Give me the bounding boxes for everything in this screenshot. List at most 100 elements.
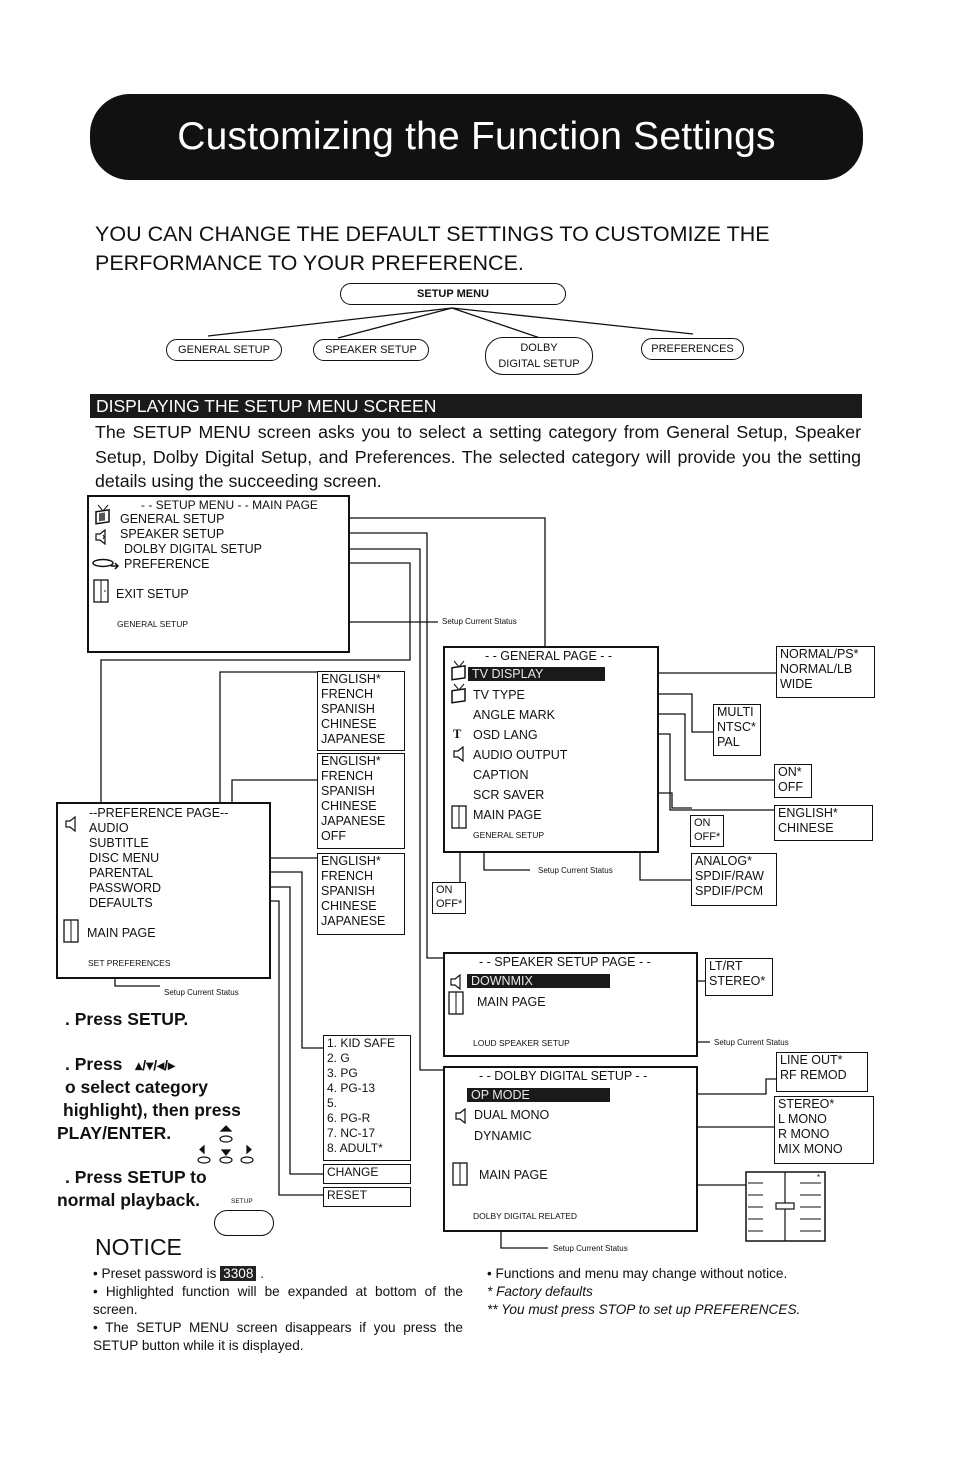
option[interactable]: WIDE	[780, 677, 871, 692]
dolby-status: DOLBY DIGITAL RELATED	[473, 1211, 578, 1221]
option[interactable]: NTSC*	[717, 720, 757, 735]
option[interactable]: SPANISH	[321, 884, 401, 899]
dolby-item-op-mode[interactable]: OP MODE	[467, 1088, 610, 1102]
preference-disc-icon	[92, 558, 120, 570]
dolby-item-dual-mono[interactable]: DUAL MONO	[474, 1108, 549, 1122]
option[interactable]: JAPANESE	[321, 914, 401, 929]
option[interactable]: FRENCH	[321, 687, 401, 702]
preference-item-password[interactable]: PASSWORD	[89, 881, 161, 895]
main-menu-item-dolby-digital-setup[interactable]: DOLBY DIGITAL SETUP	[124, 542, 262, 556]
general-item-tv-display[interactable]: TV DISPLAY	[468, 667, 605, 681]
speaker-icon	[95, 529, 106, 545]
main-menu-item-speaker-setup[interactable]: SPEAKER SETUP	[120, 527, 224, 541]
option[interactable]: CHINESE	[321, 899, 401, 914]
option[interactable]: SPDIF/RAW	[695, 869, 773, 884]
speaker-status: LOUD SPEAKER SETUP	[473, 1038, 570, 1048]
option[interactable]: CHINESE	[321, 799, 401, 814]
option[interactable]: SPDIF/PCM	[695, 884, 773, 899]
general-item-angle-mark[interactable]: ANGLE MARK	[473, 708, 555, 722]
arrow-keys-icon: ▴/▾/◂/▸	[135, 1057, 176, 1073]
option[interactable]: ENGLISH*	[778, 806, 869, 821]
dolby-main-page[interactable]: MAIN PAGE	[479, 1168, 548, 1182]
general-item-osd-lang[interactable]: OSD LANG	[473, 728, 538, 742]
tree-node-general-setup: GENERAL SETUP	[166, 339, 282, 361]
option[interactable]: ON*	[778, 765, 808, 780]
preference-main-page[interactable]: MAIN PAGE	[87, 926, 156, 940]
exit-door-icon	[448, 991, 464, 1015]
option[interactable]: L MONO	[778, 1112, 870, 1127]
option[interactable]: JAPANESE	[321, 732, 401, 747]
option[interactable]: LT/RT	[709, 959, 769, 974]
option[interactable]: ENGLISH*	[321, 754, 401, 769]
general-item-audio-output[interactable]: AUDIO OUTPUT	[473, 748, 567, 762]
option[interactable]: CHINESE	[321, 717, 401, 732]
option[interactable]: RF REMOD	[780, 1068, 864, 1083]
general-item-scr-saver[interactable]: SCR SAVER	[473, 788, 544, 802]
option[interactable]: OFF	[778, 780, 808, 795]
option[interactable]: SPANISH	[321, 784, 401, 799]
option[interactable]: ENGLISH*	[321, 854, 401, 869]
preference-status: SET PREFERENCES	[88, 958, 171, 968]
option[interactable]: 1. KID SAFE	[327, 1036, 407, 1051]
main-menu-exit-setup[interactable]: EXIT SETUP	[116, 587, 189, 601]
option[interactable]: FRENCH	[321, 869, 401, 884]
option[interactable]: OFF*	[436, 897, 462, 911]
general-main-page[interactable]: MAIN PAGE	[473, 808, 542, 822]
option[interactable]: JAPANESE	[321, 814, 401, 829]
option[interactable]: PAL	[717, 735, 757, 750]
option[interactable]: STEREO*	[778, 1097, 870, 1112]
option[interactable]: CHINESE	[778, 821, 869, 836]
option[interactable]: 4. PG-13	[327, 1081, 407, 1096]
tree-node-label: GENERAL SETUP	[178, 344, 270, 356]
general-item-caption[interactable]: CAPTION	[473, 768, 529, 782]
preference-item-subtitle[interactable]: SUBTITLE	[89, 836, 149, 850]
option[interactable]: ON	[436, 883, 462, 897]
option[interactable]: FRENCH	[321, 769, 401, 784]
speaker-item-downmix[interactable]: DOWNMIX	[467, 974, 610, 988]
svg-text:*: *	[817, 1173, 820, 1182]
option[interactable]: LINE OUT*	[780, 1053, 864, 1068]
option-defaults-reset[interactable]: RESET	[323, 1187, 411, 1207]
speaker-page-screen: - - SPEAKER SETUP PAGE - - DOWNMIX MAIN …	[443, 952, 698, 1057]
option[interactable]: 7. NC-17	[327, 1126, 407, 1141]
options-parental-rating: 1. KID SAFE 2. G 3. PG 4. PG-13 5. 6. PG…	[323, 1035, 411, 1161]
option[interactable]: STEREO*	[709, 974, 769, 989]
main-menu-item-general-setup[interactable]: GENERAL SETUP	[120, 512, 224, 526]
option[interactable]: 2. G	[327, 1051, 407, 1066]
general-item-tv-type[interactable]: TV TYPE	[473, 688, 525, 702]
option[interactable]: 3. PG	[327, 1066, 407, 1081]
preference-item-defaults[interactable]: DEFAULTS	[89, 896, 153, 910]
exit-door-icon	[63, 919, 79, 943]
option[interactable]: 8. ADULT*	[327, 1141, 407, 1156]
option[interactable]: ON	[694, 816, 720, 830]
option[interactable]: SPANISH	[321, 702, 401, 717]
option[interactable]: OFF	[321, 829, 401, 844]
notice-change-note: • Functions and menu may change without …	[487, 1266, 788, 1281]
preference-page-screen: --PREFERENCE PAGE-- AUDIO SUBTITLE DISC …	[56, 802, 271, 979]
setup-button-icon	[214, 1210, 274, 1236]
preference-item-disc-menu[interactable]: DISC MENU	[89, 851, 159, 865]
preference-item-parental[interactable]: PARENTAL	[89, 866, 153, 880]
option[interactable]: 6. PG-R	[327, 1111, 407, 1126]
option[interactable]: NORMAL/PS*	[780, 647, 871, 662]
notice-left: • Preset password is 3308 . • Highlighte…	[93, 1265, 463, 1355]
main-menu-item-preference[interactable]: PREFERENCE	[124, 557, 209, 571]
dolby-page-title: - - DOLBY DIGITAL SETUP - -	[479, 1069, 648, 1083]
option[interactable]: ENGLISH*	[321, 672, 401, 687]
option[interactable]: MIX MONO	[778, 1142, 870, 1157]
tree-node-label: SPEAKER SETUP	[325, 344, 417, 356]
options-angle-mark: ON* OFF	[774, 764, 812, 798]
dolby-item-dynamic[interactable]: DYNAMIC	[474, 1129, 532, 1143]
dynamic-range-slider-icon[interactable]: *	[745, 1171, 827, 1243]
option[interactable]: MULTI	[717, 705, 757, 720]
option-password-change[interactable]: CHANGE	[323, 1164, 411, 1184]
preference-item-audio[interactable]: AUDIO	[89, 821, 129, 835]
option[interactable]: ANALOG*	[695, 854, 773, 869]
option[interactable]: R MONO	[778, 1127, 870, 1142]
speaker-status-label: Setup Current Status	[714, 1038, 789, 1047]
option[interactable]: NORMAL/LB	[780, 662, 871, 677]
options-subtitle-language: ENGLISH* FRENCH SPANISH CHINESE JAPANESE…	[317, 753, 405, 849]
speaker-main-page[interactable]: MAIN PAGE	[477, 995, 546, 1009]
option[interactable]: 5.	[327, 1096, 407, 1111]
option[interactable]: OFF*	[694, 830, 720, 844]
